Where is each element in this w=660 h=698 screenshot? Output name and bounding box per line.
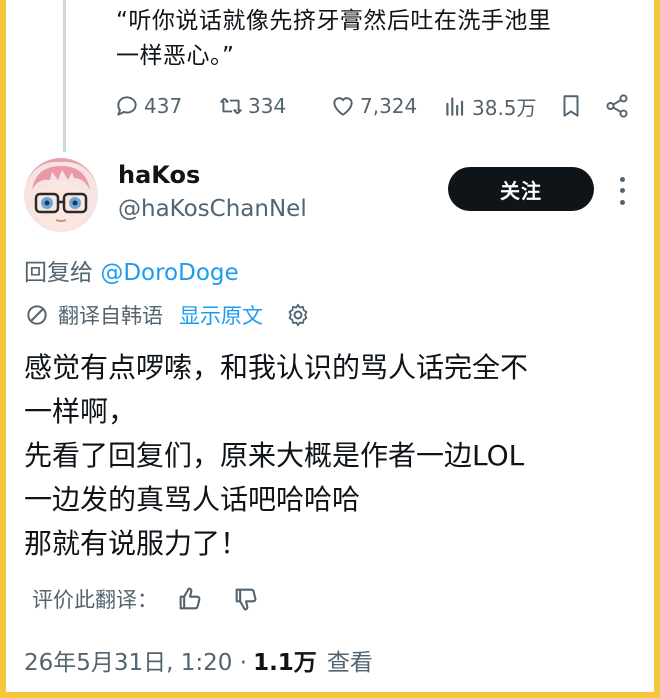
reply-button[interactable]: 437: [114, 93, 196, 119]
parent-tweet-line: “听你说话就像先挤牙膏然后吐在洗手池里: [116, 8, 552, 34]
settings-gear-icon[interactable]: [285, 302, 311, 328]
thumbs-up-icon[interactable]: [176, 585, 204, 613]
views-count: 1.1万: [253, 650, 317, 676]
follow-button[interactable]: 关注: [448, 167, 594, 211]
views-button[interactable]: 38.5万: [442, 92, 558, 121]
reply-to-mention[interactable]: @DoroDoge: [100, 260, 238, 286]
show-original-link[interactable]: 显示原文: [179, 300, 263, 330]
views-label[interactable]: 查看: [327, 643, 373, 677]
rate-translation-label: 评价此翻译：: [32, 588, 158, 612]
like-count: 7,324: [360, 94, 418, 118]
share-icon: [606, 94, 628, 118]
like-button[interactable]: 7,324: [330, 93, 434, 119]
translation-bar: 翻译自韩语 显示原文: [24, 299, 311, 331]
reply-count: 437: [144, 94, 183, 118]
reply-to-line: 回复给 @DoroDoge: [24, 253, 239, 287]
tweet-meta: 26年5月31日, 1:20 · 1.1万 查看: [24, 643, 373, 677]
tweet-body: 感觉有点啰嗦，和我认识的骂人话完全不 一样啊， 先看了回复们，原来大概是作者一边…: [24, 346, 644, 566]
tweet-thread: “听你说话就像先挤牙膏然后吐在洗手池里 一样恶心。” 437 334 7,324…: [6, 0, 654, 692]
tweet-body-line: 先看了回复们，原来大概是作者一边LOL: [24, 439, 525, 472]
repost-button[interactable]: 334: [218, 93, 330, 119]
heart-icon: [333, 97, 353, 116]
bookmark-icon: [563, 95, 579, 117]
parent-tweet-text: “听你说话就像先挤牙膏然后吐在洗手池里 一样恶心。”: [116, 4, 646, 74]
avatar-image: [24, 158, 98, 232]
thread-connector-line: [63, 0, 66, 152]
reply-icon: [117, 96, 137, 116]
user-handle[interactable]: @haKosChanNel: [118, 196, 307, 222]
more-options-icon[interactable]: [612, 174, 632, 208]
bookmark-button[interactable]: [558, 93, 598, 119]
tweet-body-line: 一边发的真骂人话吧哈哈哈: [24, 483, 361, 516]
avatar[interactable]: [24, 158, 98, 232]
view-count: 38.5万: [472, 95, 537, 120]
parent-tweet-actions: 437 334 7,324 38.5万: [114, 90, 634, 122]
analytics-icon: [446, 97, 464, 116]
user-display-name[interactable]: haKos: [118, 161, 200, 189]
thumbs-down-icon[interactable]: [232, 585, 260, 613]
timestamp[interactable]: 26年5月31日, 1:20 ·: [24, 643, 247, 677]
translated-from-label: 翻译自韩语: [58, 304, 163, 328]
reply-to-prefix: 回复给: [24, 260, 93, 286]
repost-icon: [220, 97, 242, 115]
parent-tweet-line: 一样恶心。”: [116, 43, 235, 69]
share-button[interactable]: [604, 93, 634, 119]
tweet-body-line: 那就有说服力了！: [24, 527, 249, 560]
rate-translation-bar: 评价此翻译：: [32, 583, 260, 615]
tweet-body-line: 感觉有点啰嗦，和我认识的骂人话完全不: [24, 351, 529, 384]
repost-count: 334: [248, 94, 287, 118]
tweet-body-line: 一样啊，: [24, 395, 137, 428]
translate-globe-icon: [27, 305, 47, 325]
